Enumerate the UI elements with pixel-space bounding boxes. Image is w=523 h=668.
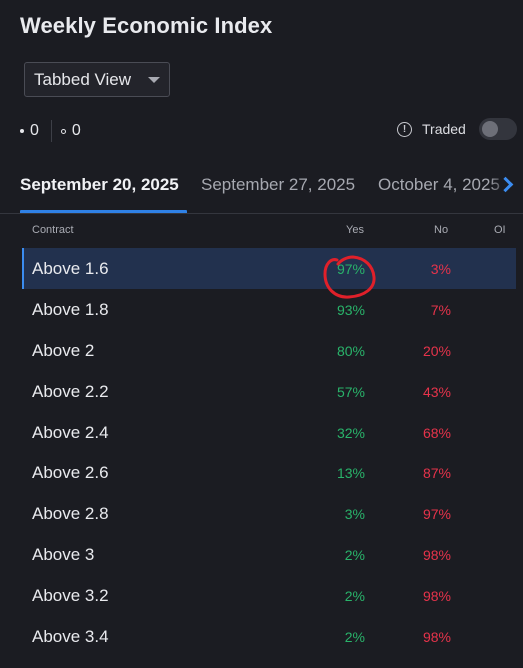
tab-september-27[interactable]: September 27, 2025	[201, 175, 355, 195]
contract-label: Above 3	[32, 545, 95, 565]
no-price[interactable]: 98%	[423, 547, 451, 563]
contract-label: Above 2	[32, 340, 95, 360]
stat-hollow: 0	[60, 122, 81, 140]
view-select-value: Tabbed View	[34, 69, 132, 89]
yes-price[interactable]: 2%	[345, 588, 365, 604]
hollow-dot-icon	[60, 128, 66, 134]
view-select-dropdown[interactable]: Tabbed View	[24, 62, 170, 97]
yes-price[interactable]: 3%	[345, 506, 365, 522]
active-tab-indicator	[20, 210, 187, 213]
stat-divider	[50, 120, 52, 142]
no-price[interactable]: 43%	[423, 384, 451, 400]
no-price[interactable]: 20%	[423, 343, 451, 359]
no-price[interactable]: 68%	[423, 425, 451, 441]
yes-price[interactable]: 13%	[337, 465, 365, 481]
table-row[interactable]: Above 2.4 32% 68%	[22, 412, 516, 453]
table-row[interactable]: Above 3 2% 98%	[22, 534, 516, 575]
caret-down-icon	[148, 77, 160, 83]
contract-label: Above 2.8	[32, 504, 109, 524]
traded-label: Traded	[422, 121, 466, 137]
yes-price[interactable]: 57%	[337, 384, 365, 400]
tab-october-4[interactable]: October 4, 2025	[378, 175, 500, 195]
yes-price[interactable]: 80%	[337, 343, 365, 359]
yes-price[interactable]: 2%	[345, 547, 365, 563]
contract-label: Above 1.8	[32, 299, 109, 319]
column-header-contract: Contract	[32, 224, 74, 236]
toggle-knob	[481, 121, 498, 137]
stat-filled-count: 0	[30, 122, 39, 139]
no-price[interactable]: 7%	[431, 302, 451, 318]
contract-label: Above 2.6	[32, 463, 109, 483]
yes-price[interactable]: 97%	[337, 261, 365, 277]
column-header-yes: Yes	[346, 224, 364, 236]
contract-label: Above 2.4	[32, 422, 109, 442]
traded-filter: ! Traded	[397, 118, 517, 140]
position-stats: 0 0	[20, 120, 81, 142]
filled-dot-icon	[20, 129, 24, 133]
contract-label: Above 3.2	[32, 586, 109, 606]
contract-label: Above 3.4	[32, 627, 109, 647]
tab-september-20[interactable]: September 20, 2025	[20, 175, 179, 195]
stat-filled: 0	[20, 122, 39, 140]
no-price[interactable]: 3%	[431, 261, 451, 277]
no-price[interactable]: 98%	[423, 629, 451, 645]
yes-price[interactable]: 2%	[345, 629, 365, 645]
traded-toggle[interactable]	[478, 118, 517, 140]
table-row[interactable]: Above 2.6 13% 87%	[22, 452, 516, 493]
table-row[interactable]: Above 1.6 97% 3%	[22, 248, 516, 289]
table-row[interactable]: Above 3.2 2% 98%	[22, 575, 516, 616]
stat-hollow-count: 0	[71, 122, 81, 139]
table-row[interactable]: Above 2.8 3% 97%	[22, 493, 516, 534]
contract-label: Above 2.2	[32, 381, 109, 401]
page-title: Weekly Economic Index	[20, 13, 273, 38]
no-price[interactable]: 97%	[423, 506, 451, 522]
date-tabs: September 20, 2025 September 27, 2025 Oc…	[0, 168, 523, 214]
contracts-table: Above 1.6 97% 3% Above 1.8 93% 7% Above …	[22, 248, 516, 657]
yes-price[interactable]: 93%	[337, 302, 365, 318]
table-row[interactable]: Above 2 80% 20%	[22, 330, 516, 371]
contract-label: Above 1.6	[32, 259, 109, 278]
table-row[interactable]: Above 1.8 93% 7%	[22, 289, 516, 330]
no-price[interactable]: 98%	[423, 588, 451, 604]
table-row[interactable]: Above 2.2 57% 43%	[22, 371, 516, 412]
yes-price[interactable]: 32%	[337, 425, 365, 441]
info-circle-icon[interactable]: !	[397, 121, 412, 137]
no-price[interactable]: 87%	[423, 465, 451, 481]
column-header-oi: OI	[494, 224, 506, 236]
column-header-no: No	[434, 224, 449, 236]
table-row[interactable]: Above 3.4 2% 98%	[22, 616, 516, 657]
